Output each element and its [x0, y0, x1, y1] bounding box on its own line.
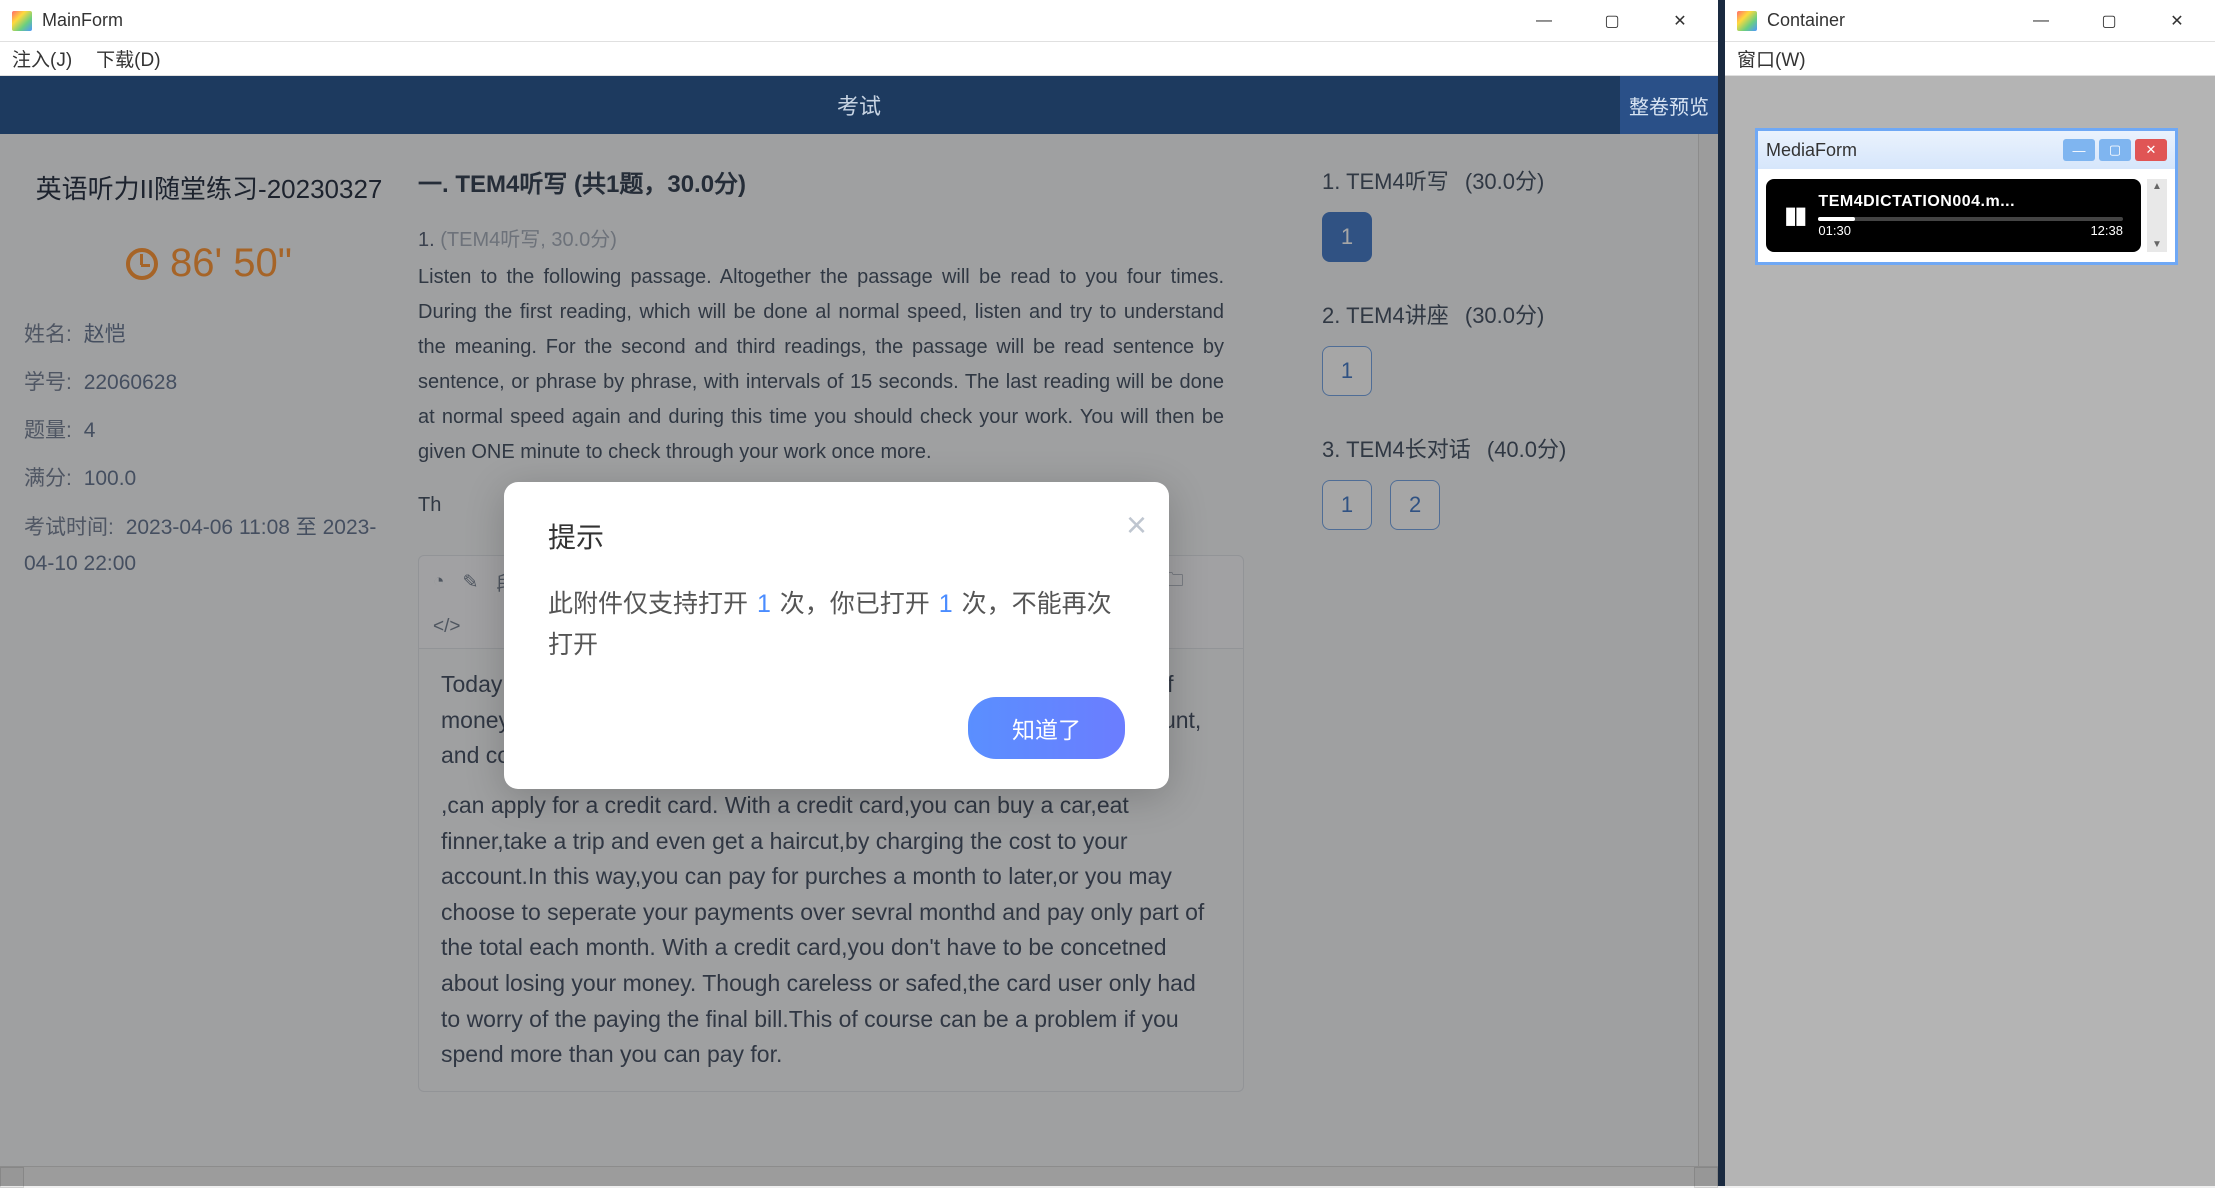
question-nav-panel: 1. TEM4听写 (30.0分) 1 2. TEM4讲座 (30.0分) 1 … [1298, 134, 1718, 1186]
modal-ok-button[interactable]: 知道了 [968, 697, 1125, 759]
nav-question-2-1[interactable]: 1 [1322, 346, 1372, 396]
container-titlebar: Container — ▢ ✕ [1725, 0, 2215, 42]
minimize-button[interactable]: — [2007, 0, 2075, 42]
app-icon [1737, 11, 1757, 31]
topbar-title: 考试 [837, 89, 881, 121]
media-vertical-scrollbar[interactable]: ▲ ▼ [2147, 179, 2167, 252]
scroll-up-icon[interactable]: ▲ [2152, 181, 2162, 192]
progress-bar[interactable] [1818, 217, 2123, 221]
maximize-button[interactable]: ▢ [1578, 0, 1646, 42]
menu-download[interactable]: 下载(D) [96, 45, 160, 72]
exam-info-panel: 英语听力II随堂练习-20230327 86' 50" 姓名: 赵恺 学号: 2… [0, 134, 418, 1186]
main-vertical-scrollbar[interactable] [1698, 134, 1718, 1166]
question-meta: 1. (TEM4听写, 30.0分) [418, 223, 1224, 252]
nav-section-2: 2. TEM4讲座 (30.0分) [1322, 298, 1694, 330]
modal-body: 此附件仅支持打开 1 次，你已打开 1 次，不能再次打开 [548, 584, 1125, 667]
app-icon [12, 11, 32, 31]
exam-topbar: 考试 整卷预览 [0, 76, 1718, 134]
full-score: 满分: 100.0 [24, 462, 394, 492]
alert-modal: × 提示 此附件仅支持打开 1 次，你已打开 1 次，不能再次打开 知道了 [504, 482, 1169, 789]
maximize-button[interactable]: ▢ [2075, 0, 2143, 42]
media-close-button[interactable]: ✕ [2135, 139, 2167, 161]
nav-question-1-1[interactable]: 1 [1322, 212, 1372, 262]
pause-icon[interactable]: ▮▮ [1784, 201, 1804, 230]
nav-question-3-2[interactable]: 2 [1390, 480, 1440, 530]
main-horizontal-scrollbar[interactable] [0, 1166, 1718, 1186]
container-menubar: 窗口(W) [1725, 42, 2215, 76]
media-maximize-button[interactable]: ▢ [2099, 139, 2131, 161]
exam-time: 考试时间: 2023-04-06 11:08 至 2023-04-10 22:0… [24, 510, 394, 581]
audio-player: ▮▮ TEM4DICTATION004.m... 01:30 12:38 [1766, 179, 2141, 252]
student-name: 姓名: 赵恺 [24, 318, 394, 348]
minimize-button[interactable]: — [1510, 0, 1578, 42]
elapsed-time: 01:30 [1818, 223, 1851, 238]
exam-title: 英语听力II随堂练习-20230327 [24, 170, 394, 209]
main-window: MainForm — ▢ ✕ 注入(J) 下载(D) 考试 整卷预览 英语听力I… [0, 0, 1718, 1186]
editor-paragraph: ,can apply for a credit card. With a cre… [441, 788, 1221, 1073]
clock-icon [126, 248, 158, 280]
menu-window[interactable]: 窗口(W) [1737, 45, 1806, 72]
full-preview-button[interactable]: 整卷预览 [1620, 76, 1718, 134]
passage-text: Listen to the following passage. Altoget… [418, 260, 1224, 470]
modal-close-icon[interactable]: × [1126, 504, 1147, 546]
container-window: Container — ▢ ✕ 窗口(W) MediaForm — ▢ ✕ [1725, 0, 2215, 1186]
media-titlebar: MediaForm — ▢ ✕ [1758, 131, 2175, 169]
media-minimize-button[interactable]: — [2063, 139, 2095, 161]
total-time: 12:38 [2090, 223, 2123, 238]
container-title: Container [1767, 10, 1845, 31]
scroll-down-icon[interactable]: ▼ [2152, 239, 2162, 250]
student-id: 学号: 22060628 [24, 366, 394, 396]
close-button[interactable]: ✕ [2143, 0, 2211, 42]
section-title: 一. TEM4听写 (共1题，30.0分) [418, 164, 1244, 223]
question-count: 题量: 4 [24, 414, 394, 444]
track-title: TEM4DICTATION004.m... [1818, 193, 2123, 211]
timer-value: 86' 50" [170, 241, 292, 286]
modal-title: 提示 [548, 516, 1125, 556]
nav-question-3-1[interactable]: 1 [1322, 480, 1372, 530]
main-titlebar: MainForm — ▢ ✕ [0, 0, 1718, 42]
media-form-window: MediaForm — ▢ ✕ ▮▮ TEM4DICTATION004.m...… [1755, 128, 2178, 265]
main-menubar: 注入(J) 下载(D) [0, 42, 1718, 76]
main-title: MainForm [42, 10, 123, 31]
menu-inject[interactable]: 注入(J) [12, 45, 72, 72]
eraser-icon[interactable]: ◔ [433, 571, 444, 593]
code-icon[interactable]: </> [433, 616, 460, 638]
brush-icon[interactable]: ✎ [462, 571, 478, 594]
nav-section-3: 3. TEM4长对话 (40.0分) [1322, 432, 1694, 464]
close-button[interactable]: ✕ [1646, 0, 1714, 42]
media-title: MediaForm [1766, 140, 1857, 161]
nav-section-1: 1. TEM4听写 (30.0分) [1322, 164, 1694, 196]
countdown-timer: 86' 50" [24, 241, 394, 286]
